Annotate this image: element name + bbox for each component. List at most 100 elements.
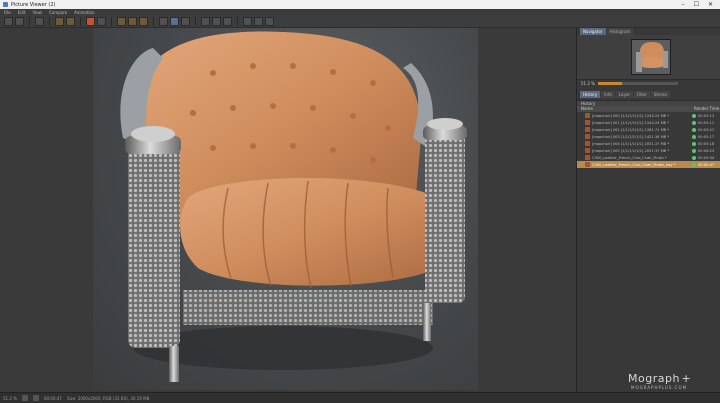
fit-view-icon[interactable] <box>170 16 179 26</box>
toolbar-separator <box>195 16 196 26</box>
history-row-name: [mapchair] 003 [1/1/1/1/1/1] 1421.38 MB … <box>592 134 670 139</box>
history-row-time: 00:03:27 <box>698 127 715 132</box>
lut-icon[interactable] <box>139 16 148 26</box>
render-file-icon <box>585 134 590 139</box>
zoom-slider[interactable] <box>597 82 678 85</box>
history-row-name: [mapchair] 002 [1/1/1/1/1/1] 1281.71 MB … <box>592 127 670 132</box>
status-dot-icon <box>692 127 696 132</box>
maximize-button[interactable]: ☐ <box>694 1 699 8</box>
status-dot-icon <box>692 148 696 153</box>
armchair-render <box>120 31 467 382</box>
window-title: Picture Viewer (2) <box>11 1 56 8</box>
tab-stereo[interactable]: Stereo <box>650 91 670 98</box>
toolbar-separator <box>80 16 81 26</box>
render-file-icon <box>585 127 590 132</box>
history-row-name: C300_Leather_French_Club_Chair_Finish * <box>592 155 667 160</box>
history-row[interactable]: C300_Leather_French_Club_Chair_Finish * 0… <box>577 154 720 161</box>
grid-icon[interactable] <box>254 16 263 26</box>
save-icon[interactable] <box>15 16 24 26</box>
tab-histogram[interactable]: Histogram <box>606 28 634 35</box>
watermark-brand: Mograph <box>628 372 680 385</box>
zoom-in-icon[interactable] <box>201 16 210 26</box>
image-viewer[interactable] <box>0 28 576 392</box>
render-file-icon <box>585 148 590 153</box>
open-icon[interactable] <box>4 16 13 26</box>
tab-navigator[interactable]: Navigator <box>580 28 606 35</box>
navigator-thumbnail[interactable] <box>631 39 671 75</box>
zoom-value: 51.2 % <box>581 81 595 86</box>
history-row-time: 00:04:23 <box>698 148 715 153</box>
history-row-name: [mapchair] 001 [1/1/1/1/1/1] 1244.24 MB … <box>592 120 670 125</box>
menu-animation[interactable]: Animation <box>74 10 94 15</box>
settings-icon[interactable] <box>265 16 274 26</box>
tab-history[interactable]: History <box>580 91 601 98</box>
history-row[interactable]: [mapchair] 004 [1/1/1/1/1/1] 2051.37 MB … <box>577 140 720 147</box>
zoom-slider-fill <box>597 82 622 85</box>
stop-icon[interactable] <box>97 16 106 26</box>
status-dot-icon <box>692 162 696 167</box>
toolbar-separator <box>237 16 238 26</box>
full-view-icon[interactable] <box>181 16 190 26</box>
compare-a-icon[interactable] <box>55 16 64 26</box>
copy-icon[interactable] <box>35 16 44 26</box>
history-row[interactable]: [mapchair] 002 [1/1/1/1/1/1] 1281.71 MB … <box>577 126 720 133</box>
history-list: [mapchair] 000 [1/1/1/1/1/1] 1244.24 MB … <box>577 112 720 168</box>
history-row[interactable]: [mapchair] 003 [1/1/1/1/1/1] 1421.38 MB … <box>577 133 720 140</box>
status-bar: 51.2 % 00:00:47 Size: 2000x2000, RGB (32… <box>0 392 720 403</box>
title-bar: Picture Viewer (2) – ☐ ✕ <box>0 0 720 9</box>
app-icon <box>3 2 8 7</box>
menu-file[interactable]: File <box>4 10 11 15</box>
channel-icon[interactable] <box>128 16 137 26</box>
toolbar-separator <box>49 16 50 26</box>
display-mode-icon[interactable] <box>159 16 168 26</box>
history-row[interactable]: C300_Leather_French_Club_Chair_Finish_Ir… <box>577 161 720 168</box>
window-controls: – ☐ ✕ <box>682 1 720 8</box>
history-row-name: [mapchair] 004 [1/1/1/1/1/1] 2051.37 MB … <box>592 141 670 146</box>
ab-compare-icon[interactable] <box>223 16 232 26</box>
history-row[interactable]: [mapchair] 000 [1/1/1/1/1/1] 1244.24 MB … <box>577 112 720 119</box>
zoom-arrows-icon[interactable] <box>21 395 28 401</box>
render-icon[interactable] <box>86 16 95 26</box>
history-row[interactable]: [mapchair] 005 [1/1/1/1/1/1] 2051.37 MB … <box>577 147 720 154</box>
history-row-name: C300_Leather_French_Club_Chair_Finish_Ir… <box>592 162 676 167</box>
render-file-icon <box>585 141 590 146</box>
menu-edit[interactable]: Edit <box>18 10 26 15</box>
tab-info[interactable]: Info <box>601 91 615 98</box>
status-time: 00:00:47 <box>43 395 62 401</box>
close-button[interactable]: ✕ <box>708 1 713 8</box>
toolbar <box>0 15 720 28</box>
toolbar-separator <box>111 16 112 26</box>
tab-filter[interactable]: Filter <box>633 91 650 98</box>
toolbar-separator <box>29 16 30 26</box>
info-tabs: History Info Layer Filter Stereo <box>577 91 720 98</box>
history-row-time: 00:09:34 <box>698 155 715 160</box>
region-icon[interactable] <box>117 16 126 26</box>
history-row-name: [mapchair] 000 [1/1/1/1/1/1] 1244.24 MB … <box>592 113 670 118</box>
history-row-time: 00:05:17 <box>698 134 715 139</box>
status-zoom: 51.2 % <box>3 395 17 401</box>
thumbnail-image <box>632 40 670 74</box>
history-header: Name Render Time <box>577 106 720 112</box>
history-row-time: 00:05:18 <box>698 141 715 146</box>
render-file-icon <box>585 113 590 118</box>
time-icon <box>32 395 39 401</box>
history-row[interactable]: [mapchair] 001 [1/1/1/1/1/1] 1244.24 MB … <box>577 119 720 126</box>
menu-view[interactable]: View <box>32 10 42 15</box>
tab-layer[interactable]: Layer <box>615 91 633 98</box>
status-dot-icon <box>692 120 696 125</box>
column-name[interactable]: Name <box>581 106 694 112</box>
status-dot-icon <box>692 155 696 160</box>
compare-b-icon[interactable] <box>66 16 75 26</box>
status-dot-icon <box>692 134 696 139</box>
status-info: Size: 2000x2000, RGB (32 Bit), 36.19 MB <box>66 395 150 401</box>
zoom-out-icon[interactable] <box>212 16 221 26</box>
list-icon[interactable] <box>243 16 252 26</box>
navigator-area <box>577 35 720 80</box>
history-row-name: [mapchair] 005 [1/1/1/1/1/1] 2051.37 MB … <box>592 148 670 153</box>
history-row-time: 00:05:11 <box>698 120 715 125</box>
status-dot-icon <box>692 141 696 146</box>
navigator-tabs: Navigator Histogram <box>577 28 720 35</box>
menu-compare[interactable]: Compare <box>49 10 67 15</box>
minimize-button[interactable]: – <box>682 1 685 8</box>
column-render-time[interactable]: Render Time <box>694 106 720 112</box>
